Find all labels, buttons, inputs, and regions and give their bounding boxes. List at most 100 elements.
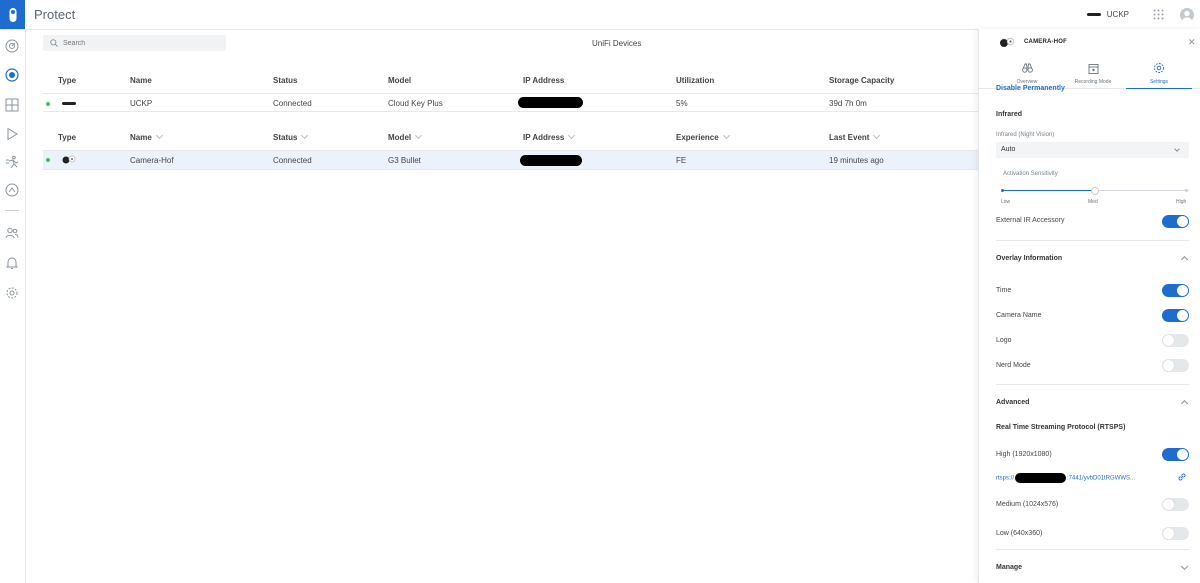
row-model: G3 Bullet xyxy=(388,156,421,165)
manage-heading[interactable]: Manage xyxy=(996,564,1022,571)
header-label: Name xyxy=(130,133,152,142)
tab-recording-mode[interactable]: Recording Mode xyxy=(1060,61,1126,89)
redacted-ip xyxy=(520,155,582,166)
stream-low-label: Low (640x360) xyxy=(996,530,1043,537)
top-bar: Protect UCKP xyxy=(0,0,1200,30)
bell-icon[interactable] xyxy=(5,256,19,270)
gear-icon[interactable] xyxy=(5,286,19,300)
chevron-down-icon[interactable] xyxy=(1180,562,1189,571)
toggle-knob xyxy=(1163,499,1174,510)
tab-settings[interactable]: Settings xyxy=(1126,61,1192,89)
overlay-time-label: Time xyxy=(996,287,1012,294)
camera-device-icon xyxy=(62,155,76,164)
section-divider xyxy=(996,384,1189,385)
sidebar-divider xyxy=(5,210,19,211)
column-header-name: Name xyxy=(130,76,152,85)
overlay-time-toggle[interactable] xyxy=(1162,284,1189,297)
sidebar xyxy=(0,30,26,583)
row-divider xyxy=(43,111,978,112)
infrared-mode-label: Infrared (Night Vision) xyxy=(996,132,1055,138)
overlay-heading[interactable]: Overlay Information xyxy=(996,255,1062,262)
calendar-record-icon xyxy=(1088,64,1099,74)
chevron-up-icon[interactable] xyxy=(1180,255,1189,264)
search-input[interactable] xyxy=(63,35,218,51)
column-header-model: Model xyxy=(388,76,412,85)
stream-medium-toggle[interactable] xyxy=(1162,498,1189,511)
infrared-mode-value: Auto xyxy=(1001,146,1016,153)
online-status-dot xyxy=(46,102,50,106)
external-ir-label: External IR Accessory xyxy=(996,217,1065,224)
users-icon[interactable] xyxy=(5,226,19,240)
camera-logo-icon xyxy=(9,7,16,22)
column-header-name[interactable]: Name xyxy=(130,131,163,142)
rtsp-url-link[interactable]: rtsps://:7441/yvbD01tRGWWS... xyxy=(996,473,1135,483)
toggle-knob xyxy=(1177,285,1188,296)
panel-camera-name: CAMERA-HOF xyxy=(1024,39,1067,45)
header-label: Last Event xyxy=(829,133,870,142)
toggle-knob xyxy=(1163,360,1174,371)
liveview-grid-icon[interactable] xyxy=(5,98,19,112)
link-icon[interactable] xyxy=(1177,472,1187,482)
protect-logo[interactable] xyxy=(0,0,25,29)
gear-icon xyxy=(1154,63,1164,73)
header-label: Status xyxy=(273,133,298,142)
column-header-ip[interactable]: IP Address xyxy=(523,131,576,142)
stream-low-toggle[interactable] xyxy=(1162,527,1189,540)
infrared-heading: Infrared xyxy=(996,111,1023,118)
activation-sensitivity-label: Activation Sensitivity xyxy=(1003,171,1058,177)
stream-medium-label: Medium (1024x576) xyxy=(996,501,1059,508)
avatar[interactable] xyxy=(1180,7,1194,22)
devices-icon[interactable] xyxy=(5,68,19,82)
apps-grid-icon[interactable] xyxy=(1153,9,1164,20)
close-icon[interactable]: ✕ xyxy=(1188,37,1196,48)
sort-chevron-icon xyxy=(415,131,423,140)
toggle-knob xyxy=(1177,216,1188,227)
tab-label: Recording Mode xyxy=(1074,79,1112,85)
slider-handle[interactable] xyxy=(1090,187,1099,195)
column-header-type[interactable]: Type xyxy=(58,133,76,142)
play-icon[interactable] xyxy=(5,127,19,141)
row-storage: 39d 7h 0m xyxy=(829,99,867,108)
infrared-mode-select[interactable]: Auto xyxy=(996,142,1189,158)
column-header-last-event[interactable]: Last Event xyxy=(829,131,881,142)
chevron-up-icon[interactable] xyxy=(1180,399,1189,408)
row-status: Connected xyxy=(273,156,312,165)
header-label: Model xyxy=(388,133,412,142)
tab-label: Settings xyxy=(1149,79,1169,85)
column-header-model[interactable]: Model xyxy=(388,131,423,142)
binoculars-icon xyxy=(1022,63,1033,73)
motion-icon[interactable] xyxy=(5,155,19,169)
console-device-icon xyxy=(1086,13,1101,16)
dashboard-icon[interactable] xyxy=(5,39,19,53)
disable-permanently-link[interactable]: Disable Permanently xyxy=(996,85,1065,92)
external-ir-toggle[interactable] xyxy=(1162,215,1189,228)
search-box[interactable] xyxy=(43,35,226,51)
row-utilization: 5% xyxy=(676,99,688,108)
row-name: Camera-Hof xyxy=(130,156,174,165)
overlay-nerd-mode-toggle[interactable] xyxy=(1162,359,1189,372)
overlay-logo-toggle[interactable] xyxy=(1162,334,1189,347)
toggle-knob xyxy=(1177,310,1188,321)
toggle-knob xyxy=(1177,449,1188,460)
timelapse-icon[interactable] xyxy=(5,183,19,197)
slider-max-dot xyxy=(1185,189,1188,192)
rtsp-heading: Real Time Streaming Protocol (RTSPS) xyxy=(996,424,1126,431)
sort-chevron-icon xyxy=(568,131,576,140)
column-header-storage: Storage Capacity xyxy=(829,76,895,85)
sort-chevron-icon xyxy=(722,131,730,140)
toggle-knob xyxy=(1163,335,1174,346)
column-header-experience[interactable]: Experience xyxy=(676,131,730,142)
advanced-heading[interactable]: Advanced xyxy=(996,399,1029,406)
active-tab-indicator xyxy=(1126,88,1192,89)
overlay-nerd-mode-label: Nerd Mode xyxy=(996,362,1031,369)
sensitivity-med-label: Med xyxy=(1088,199,1098,205)
row-status: Connected xyxy=(273,99,312,108)
online-status-dot xyxy=(46,158,50,162)
column-header-status[interactable]: Status xyxy=(273,131,309,142)
row-model: Cloud Key Plus xyxy=(388,99,443,108)
rtsp-url-prefix: rtsps:// xyxy=(996,475,1015,482)
stream-high-toggle[interactable] xyxy=(1162,448,1189,461)
header-label: Experience xyxy=(676,133,719,142)
overlay-camera-name-toggle[interactable] xyxy=(1162,309,1189,322)
console-name[interactable]: UCKP xyxy=(1107,10,1129,19)
